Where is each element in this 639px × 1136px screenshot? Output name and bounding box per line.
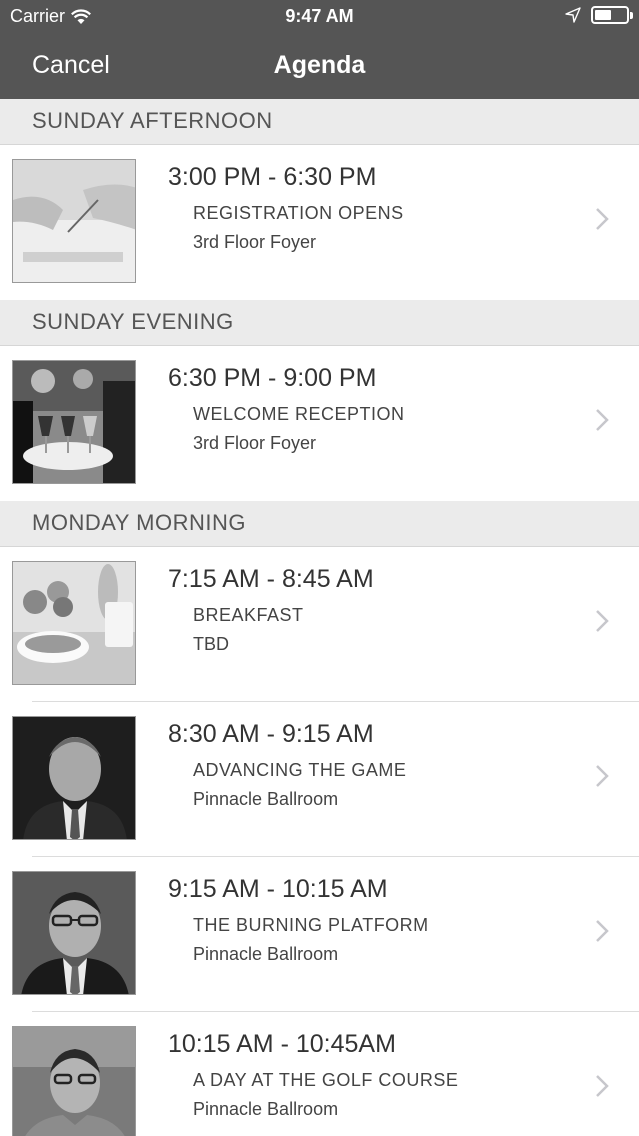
session-title: WELCOME RECEPTION xyxy=(193,404,405,424)
status-time: 9:47 AM xyxy=(285,6,354,26)
agenda-row[interactable]: 7:15 AM - 8:45 AM BREAKFAST TBD xyxy=(0,547,639,702)
chevron-right-icon xyxy=(596,765,609,787)
chevron-right-icon xyxy=(596,1075,609,1097)
section-header: SUNDAY EVENING xyxy=(0,300,639,346)
session-title: BREAKFAST xyxy=(193,605,304,625)
session-title: REGISTRATION OPENS xyxy=(193,203,404,223)
session-location: 3rd Floor Foyer xyxy=(193,433,317,453)
chevron-right-icon xyxy=(596,920,609,942)
session-location: Pinnacle Ballroom xyxy=(193,944,339,964)
agenda-list: SUNDAY AFTERNOON 3:00 PM - 6:30 PM REGIS… xyxy=(0,99,639,1136)
session-time: 10:15 AM - 10:45AM xyxy=(168,1030,396,1058)
speaker-photo xyxy=(12,716,136,840)
session-location: Pinnacle Ballroom xyxy=(193,789,339,809)
section-header: MONDAY MORNING xyxy=(0,501,639,547)
chevron-right-icon xyxy=(596,409,609,431)
cancel-button[interactable]: Cancel xyxy=(32,51,110,80)
navigation-bar: Cancel Agenda xyxy=(0,32,639,99)
session-location: TBD xyxy=(193,634,229,654)
session-time: 8:30 AM - 9:15 AM xyxy=(168,720,374,748)
chevron-right-icon xyxy=(596,610,609,632)
location-arrow-icon xyxy=(565,7,581,23)
session-time: 9:15 AM - 10:15 AM xyxy=(168,875,388,903)
chevron-right-icon xyxy=(596,208,609,230)
agenda-row[interactable]: 8:30 AM - 9:15 AM ADVANCING THE GAME Pin… xyxy=(0,702,639,857)
reception-photo xyxy=(12,360,136,484)
battery-icon xyxy=(591,6,633,24)
section-header: SUNDAY AFTERNOON xyxy=(0,99,639,145)
session-location: 3rd Floor Foyer xyxy=(193,232,317,252)
session-time: 6:30 PM - 9:00 PM xyxy=(168,364,377,392)
breakfast-photo xyxy=(12,561,136,685)
speaker-photo xyxy=(12,1026,136,1136)
session-title: ADVANCING THE GAME xyxy=(193,760,407,780)
session-title: THE BURNING PLATFORM xyxy=(193,915,429,935)
agenda-row[interactable]: 3:00 PM - 6:30 PM REGISTRATION OPENS 3rd… xyxy=(0,145,639,300)
agenda-row[interactable]: 6:30 PM - 9:00 PM WELCOME RECEPTION 3rd … xyxy=(0,346,639,501)
session-title: A DAY AT THE GOLF COURSE xyxy=(193,1070,459,1090)
session-time: 3:00 PM - 6:30 PM xyxy=(168,163,377,191)
agenda-row[interactable]: 10:15 AM - 10:45AM A DAY AT THE GOLF COU… xyxy=(0,1012,639,1136)
speaker-photo xyxy=(12,871,136,995)
registration-photo xyxy=(12,159,136,283)
agenda-row[interactable]: 9:15 AM - 10:15 AM THE BURNING PLATFORM … xyxy=(0,857,639,1012)
session-location: Pinnacle Ballroom xyxy=(193,1099,339,1119)
session-time: 7:15 AM - 8:45 AM xyxy=(168,565,374,593)
status-bar: Carrier 9:47 AM xyxy=(0,0,639,32)
